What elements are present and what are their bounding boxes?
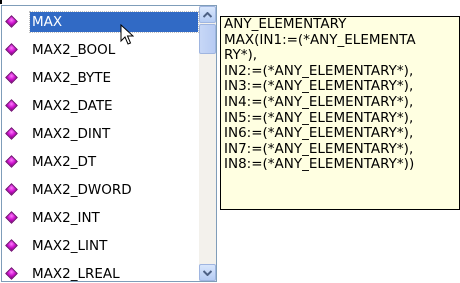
function-block-diamond-icon: [5, 99, 18, 112]
list-item[interactable]: MAX2_LREAL: [2, 260, 199, 281]
list-item-label: MAX2_LREAL: [32, 265, 120, 282]
tooltip-line: IN2:=(*ANY_ELEMENTARY*),: [224, 62, 414, 79]
tooltip-line: ANY_ELEMENTARY: [224, 16, 347, 32]
list-item[interactable]: MAX2_LINT: [2, 232, 199, 259]
list-item[interactable]: MAX2_BOOL: [2, 36, 199, 63]
list-item-label: MAX2_LINT: [32, 237, 108, 254]
function-block-diamond-icon: [5, 43, 18, 56]
list-item[interactable]: MAX2_DATE: [2, 92, 199, 119]
text-caret: [0, 0, 2, 4]
list-item[interactable]: MAX2_DT: [2, 148, 199, 175]
signature-tooltip: ANY_ELEMENTARY MAX(IN1:=(*ANY_ELEMENTA RY*…: [220, 16, 460, 210]
tooltip-line: RY*),: [224, 47, 258, 64]
list-item[interactable]: MAX2_INT: [2, 204, 199, 231]
tooltip-line: IN6:=(*ANY_ELEMENTARY*),: [224, 125, 414, 142]
tooltip-line: IN3:=(*ANY_ELEMENTARY*),: [224, 78, 414, 95]
tooltip-line: IN5:=(*ANY_ELEMENTARY*),: [224, 109, 414, 126]
function-list[interactable]: MAX MAX2_BOOL MAX2_BYTE MAX2_DATE MAX2_DINT M…: [2, 6, 199, 281]
scroll-up-button[interactable]: [199, 6, 216, 23]
function-block-diamond-icon: [5, 155, 18, 168]
function-block-diamond-icon: [5, 267, 18, 280]
list-item-label: MAX2_DINT: [32, 125, 111, 142]
function-block-diamond-icon: [5, 239, 18, 252]
autocomplete-popup: MAX MAX2_BOOL MAX2_BYTE MAX2_DATE MAX2_DINT M…: [0, 0, 460, 283]
tooltip-line: IN8:=(*ANY_ELEMENTARY*)): [224, 156, 415, 173]
list-item-label: MAX: [29, 10, 199, 33]
tooltip-line: MAX(IN1:=(*ANY_ELEMENTA: [224, 31, 416, 48]
list-item[interactable]: MAX2_BYTE: [2, 64, 199, 91]
vertical-scrollbar[interactable]: [199, 6, 216, 281]
list-item-label: MAX2_BYTE: [32, 69, 112, 86]
function-block-diamond-icon: [5, 127, 18, 140]
list-item-label: MAX2_DWORD: [32, 181, 132, 198]
tooltip-line: IN4:=(*ANY_ELEMENTARY*),: [224, 93, 414, 110]
function-block-diamond-icon: [5, 211, 18, 224]
list-item-label: MAX2_DATE: [32, 97, 113, 114]
list-item[interactable]: MAX2_DWORD: [2, 176, 199, 203]
function-block-diamond-icon: [5, 183, 18, 196]
list-item-label: MAX2_DT: [32, 153, 97, 170]
tooltip-line: IN7:=(*ANY_ELEMENTARY*),: [224, 140, 414, 157]
list-item[interactable]: MAX2_DINT: [2, 120, 199, 147]
mouse-pointer-icon: [120, 24, 134, 45]
function-dropdown[interactable]: MAX MAX2_BOOL MAX2_BYTE MAX2_DATE MAX2_DINT M…: [1, 5, 217, 282]
function-block-diamond-icon: [5, 71, 18, 84]
list-item-label: MAX2_INT: [32, 209, 100, 226]
scroll-down-button[interactable]: [199, 264, 216, 281]
scroll-thumb[interactable]: [199, 24, 216, 54]
list-item[interactable]: MAX: [2, 8, 199, 35]
chevron-up-icon: [203, 11, 212, 18]
function-block-diamond-icon: [5, 15, 18, 28]
list-item-label: MAX2_BOOL: [32, 41, 116, 58]
chevron-down-icon: [203, 269, 212, 276]
